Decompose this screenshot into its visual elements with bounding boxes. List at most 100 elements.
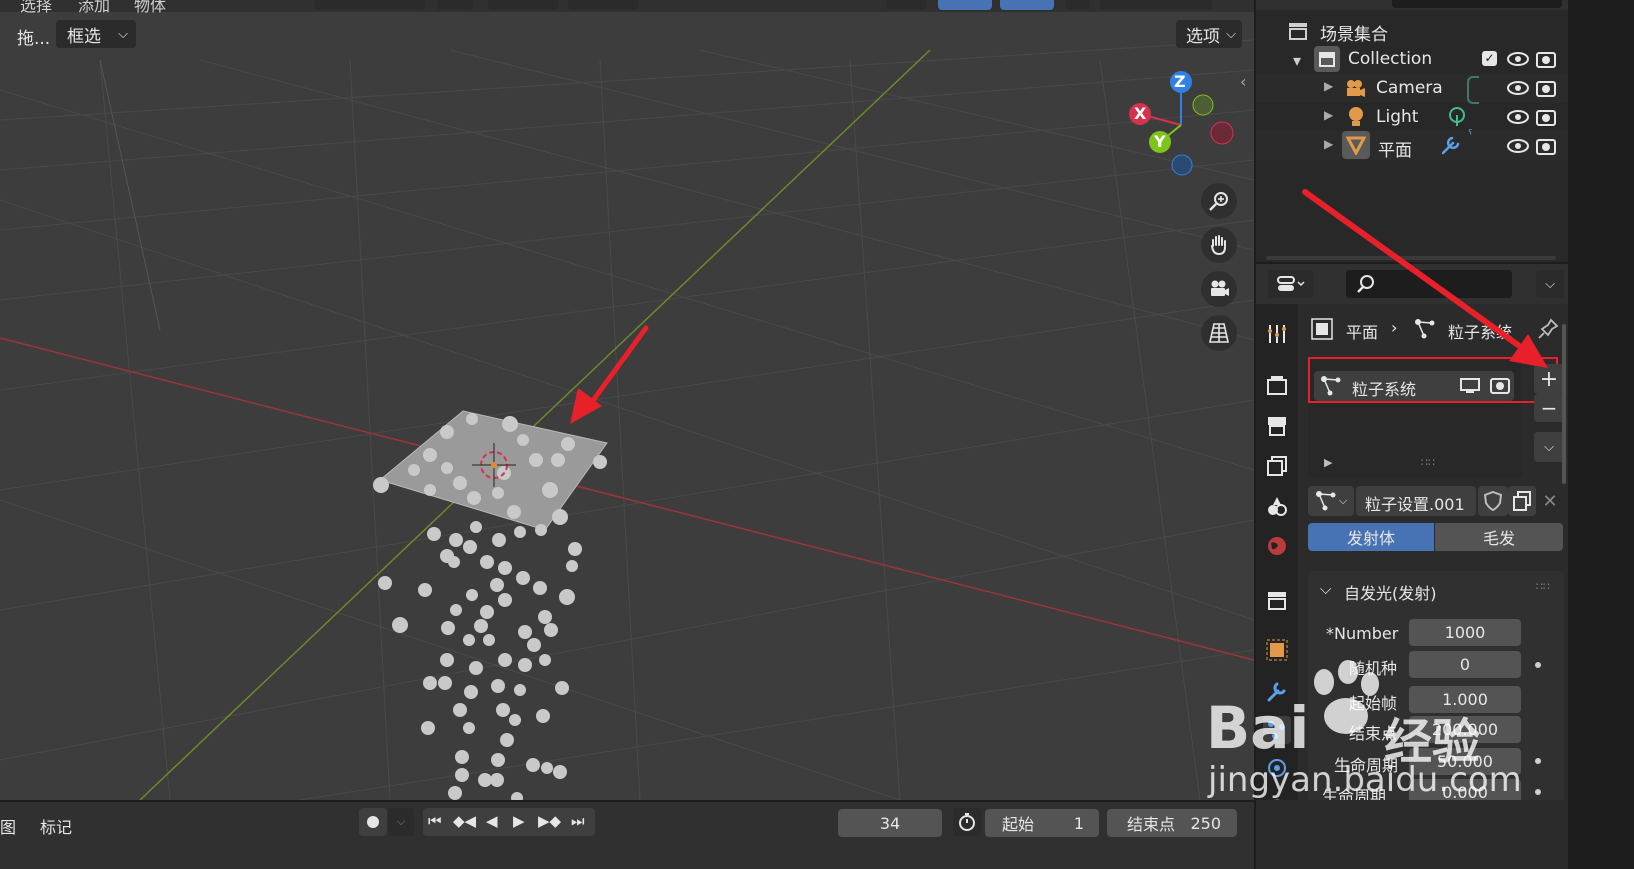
watermark-url: jingyan.baidu.com bbox=[1208, 760, 1522, 800]
play-reverse-icon[interactable]: ◀ bbox=[486, 812, 498, 830]
highlight-box bbox=[1308, 357, 1558, 403]
eye-icon[interactable] bbox=[1507, 109, 1529, 125]
breadcrumb-object[interactable]: 平面 bbox=[1346, 319, 1378, 343]
collection-expand-icon[interactable]: ▾ bbox=[1293, 51, 1301, 70]
list-expand-icon[interactable]: ▶ bbox=[1324, 456, 1332, 469]
tab-emitter-label: 发射体 bbox=[1346, 529, 1395, 548]
scene-collection-icon bbox=[1289, 23, 1307, 40]
scene-icon bbox=[1268, 497, 1287, 516]
frame-end-range[interactable]: 结束点 250 bbox=[1107, 809, 1237, 837]
header-options-dropdown[interactable]: ⌵ bbox=[1536, 270, 1564, 298]
outliner-search-field[interactable] bbox=[1392, 0, 1562, 8]
list-resize-handle[interactable]: ∷∷ bbox=[1421, 456, 1435, 469]
collection-checkbox[interactable]: ✓ bbox=[1482, 51, 1497, 66]
keyframe-dot-icon[interactable] bbox=[1535, 758, 1541, 764]
prev-keyframe-icon[interactable]: ◆◀ bbox=[453, 812, 476, 830]
world-icon bbox=[1268, 537, 1286, 555]
chevron-down-icon: ⌵ bbox=[1338, 494, 1348, 507]
tab-collection[interactable] bbox=[1263, 586, 1291, 614]
scene-collection-label[interactable]: 场景集合 bbox=[1320, 20, 1388, 45]
camera-expand-icon[interactable]: ▶ bbox=[1324, 79, 1333, 93]
eye-icon[interactable] bbox=[1507, 80, 1529, 96]
light-expand-icon[interactable]: ▶ bbox=[1324, 108, 1333, 122]
remove-particle-system-button[interactable]: − bbox=[1534, 394, 1564, 422]
number-value: 1000 bbox=[1444, 623, 1486, 642]
light-label[interactable]: Light bbox=[1376, 107, 1418, 127]
outliner-panel[interactable]: 场景集合 ▾ Collection ✓ ▶ Camera ▶ Light ▶ 平… bbox=[1256, 0, 1568, 262]
tab-emitter[interactable]: 发射体 bbox=[1308, 523, 1434, 551]
particle-scene[interactable] bbox=[0, 0, 1254, 800]
properties-search-input[interactable] bbox=[1346, 270, 1512, 298]
tab-scene[interactable] bbox=[1263, 492, 1291, 520]
wrench-icon bbox=[1441, 136, 1460, 155]
render-camera-icon[interactable] bbox=[1536, 50, 1556, 68]
breadcrumb-modifier[interactable]: 粒子系统 bbox=[1448, 319, 1512, 343]
unlink-settings-button[interactable]: ✕ bbox=[1536, 486, 1564, 516]
number-field[interactable]: 1000 bbox=[1409, 619, 1521, 646]
tab-output[interactable] bbox=[1263, 412, 1291, 440]
light-data-icon bbox=[1449, 107, 1465, 126]
panel-collapse-icon[interactable]: ⌵ bbox=[1320, 580, 1331, 598]
properties-scrollbar[interactable] bbox=[1562, 324, 1566, 484]
render-icon bbox=[1267, 376, 1287, 395]
fake-user-button[interactable] bbox=[1478, 486, 1508, 516]
frame-start-range-value: 1 bbox=[1073, 813, 1084, 833]
auto-keying-toggle[interactable] bbox=[359, 808, 387, 836]
object-icon bbox=[1266, 639, 1288, 661]
render-camera-icon[interactable] bbox=[1536, 108, 1556, 126]
timeline-menu-marker[interactable]: 标记 bbox=[40, 814, 72, 838]
panel-drag-handle[interactable]: ∷∷ bbox=[1536, 580, 1550, 593]
timeline-menu-view[interactable]: 图 bbox=[0, 814, 16, 838]
plane-label[interactable]: 平面 bbox=[1378, 136, 1412, 161]
frame-start-label: 起始 bbox=[1002, 815, 1035, 834]
frame-start-range[interactable]: 起始 1 bbox=[985, 809, 1099, 837]
frame-end-label: 结束点 bbox=[1127, 815, 1176, 834]
next-keyframe-icon[interactable]: ▶◆ bbox=[538, 812, 561, 830]
keyframe-dot-icon[interactable] bbox=[1535, 789, 1541, 795]
timeline-bar[interactable]: 图 标记 ⌵ ⏮ ◆◀ ◀ ▶ ▶◆ ⏭ 34 起始 1 结束点 250 bbox=[0, 802, 1254, 869]
collection-box-icon bbox=[1268, 592, 1286, 610]
outliner-scrollbar[interactable] bbox=[1266, 256, 1556, 260]
settings-name-field[interactable]: 粒子设置.001 bbox=[1356, 486, 1476, 516]
pin-icon[interactable] bbox=[1537, 318, 1559, 340]
chevron-down-icon: ⌵ bbox=[1544, 439, 1554, 455]
viewport-3d[interactable]: 选择 添加 物体 拖... 框选 ⌵ 选项 ⌵ ‹ Z X Y bbox=[0, 0, 1254, 800]
timeline-bottom-right bbox=[1256, 800, 1568, 869]
particle-mod-indicator: ˤ bbox=[1468, 128, 1473, 143]
tab-hair[interactable]: 毛发 bbox=[1435, 523, 1563, 551]
right-edge-strip bbox=[1568, 0, 1634, 869]
current-frame-field[interactable]: 34 bbox=[838, 809, 942, 837]
add-particle-system-button[interactable]: + bbox=[1534, 364, 1564, 394]
duplicate-settings-button[interactable] bbox=[1508, 486, 1536, 516]
light-object-icon bbox=[1349, 107, 1363, 126]
image-layers-icon bbox=[1267, 456, 1287, 476]
keying-dropdown[interactable]: ⌵ bbox=[388, 808, 414, 836]
tab-tool[interactable] bbox=[1263, 320, 1291, 348]
plane-expand-icon[interactable]: ▶ bbox=[1324, 137, 1333, 151]
specials-menu-button[interactable]: ⌵ bbox=[1534, 432, 1564, 462]
eye-icon[interactable] bbox=[1507, 138, 1529, 154]
copy-icon bbox=[1513, 491, 1531, 511]
printer-icon bbox=[1268, 417, 1286, 436]
playback-controls bbox=[423, 808, 595, 836]
preview-range-toggle[interactable] bbox=[953, 808, 981, 836]
editor-type-dropdown[interactable] bbox=[1268, 270, 1314, 298]
play-icon[interactable]: ▶ bbox=[513, 812, 525, 830]
render-camera-icon[interactable] bbox=[1536, 137, 1556, 155]
tab-render[interactable] bbox=[1263, 371, 1291, 399]
jump-end-icon[interactable]: ⏭ bbox=[571, 812, 585, 830]
camera-label[interactable]: Camera bbox=[1376, 78, 1443, 98]
frame-end-range-value: 250 bbox=[1190, 813, 1221, 833]
jump-start-icon[interactable]: ⏮ bbox=[428, 812, 442, 830]
chevron-down-icon: ⌵ bbox=[1545, 276, 1555, 292]
tab-world[interactable] bbox=[1263, 532, 1291, 560]
emission-panel-title[interactable]: 自发光(发射) bbox=[1344, 580, 1437, 604]
settings-browse-dropdown[interactable]: ⌵ bbox=[1308, 486, 1354, 516]
render-camera-icon[interactable] bbox=[1536, 79, 1556, 97]
tab-view-layer[interactable] bbox=[1263, 452, 1291, 480]
collection-label[interactable]: Collection bbox=[1348, 49, 1432, 69]
paw-logo-icon bbox=[1314, 660, 1379, 734]
tool-icon bbox=[1268, 325, 1286, 343]
eye-icon[interactable] bbox=[1507, 51, 1529, 67]
keyframe-dot-icon[interactable] bbox=[1535, 662, 1541, 668]
